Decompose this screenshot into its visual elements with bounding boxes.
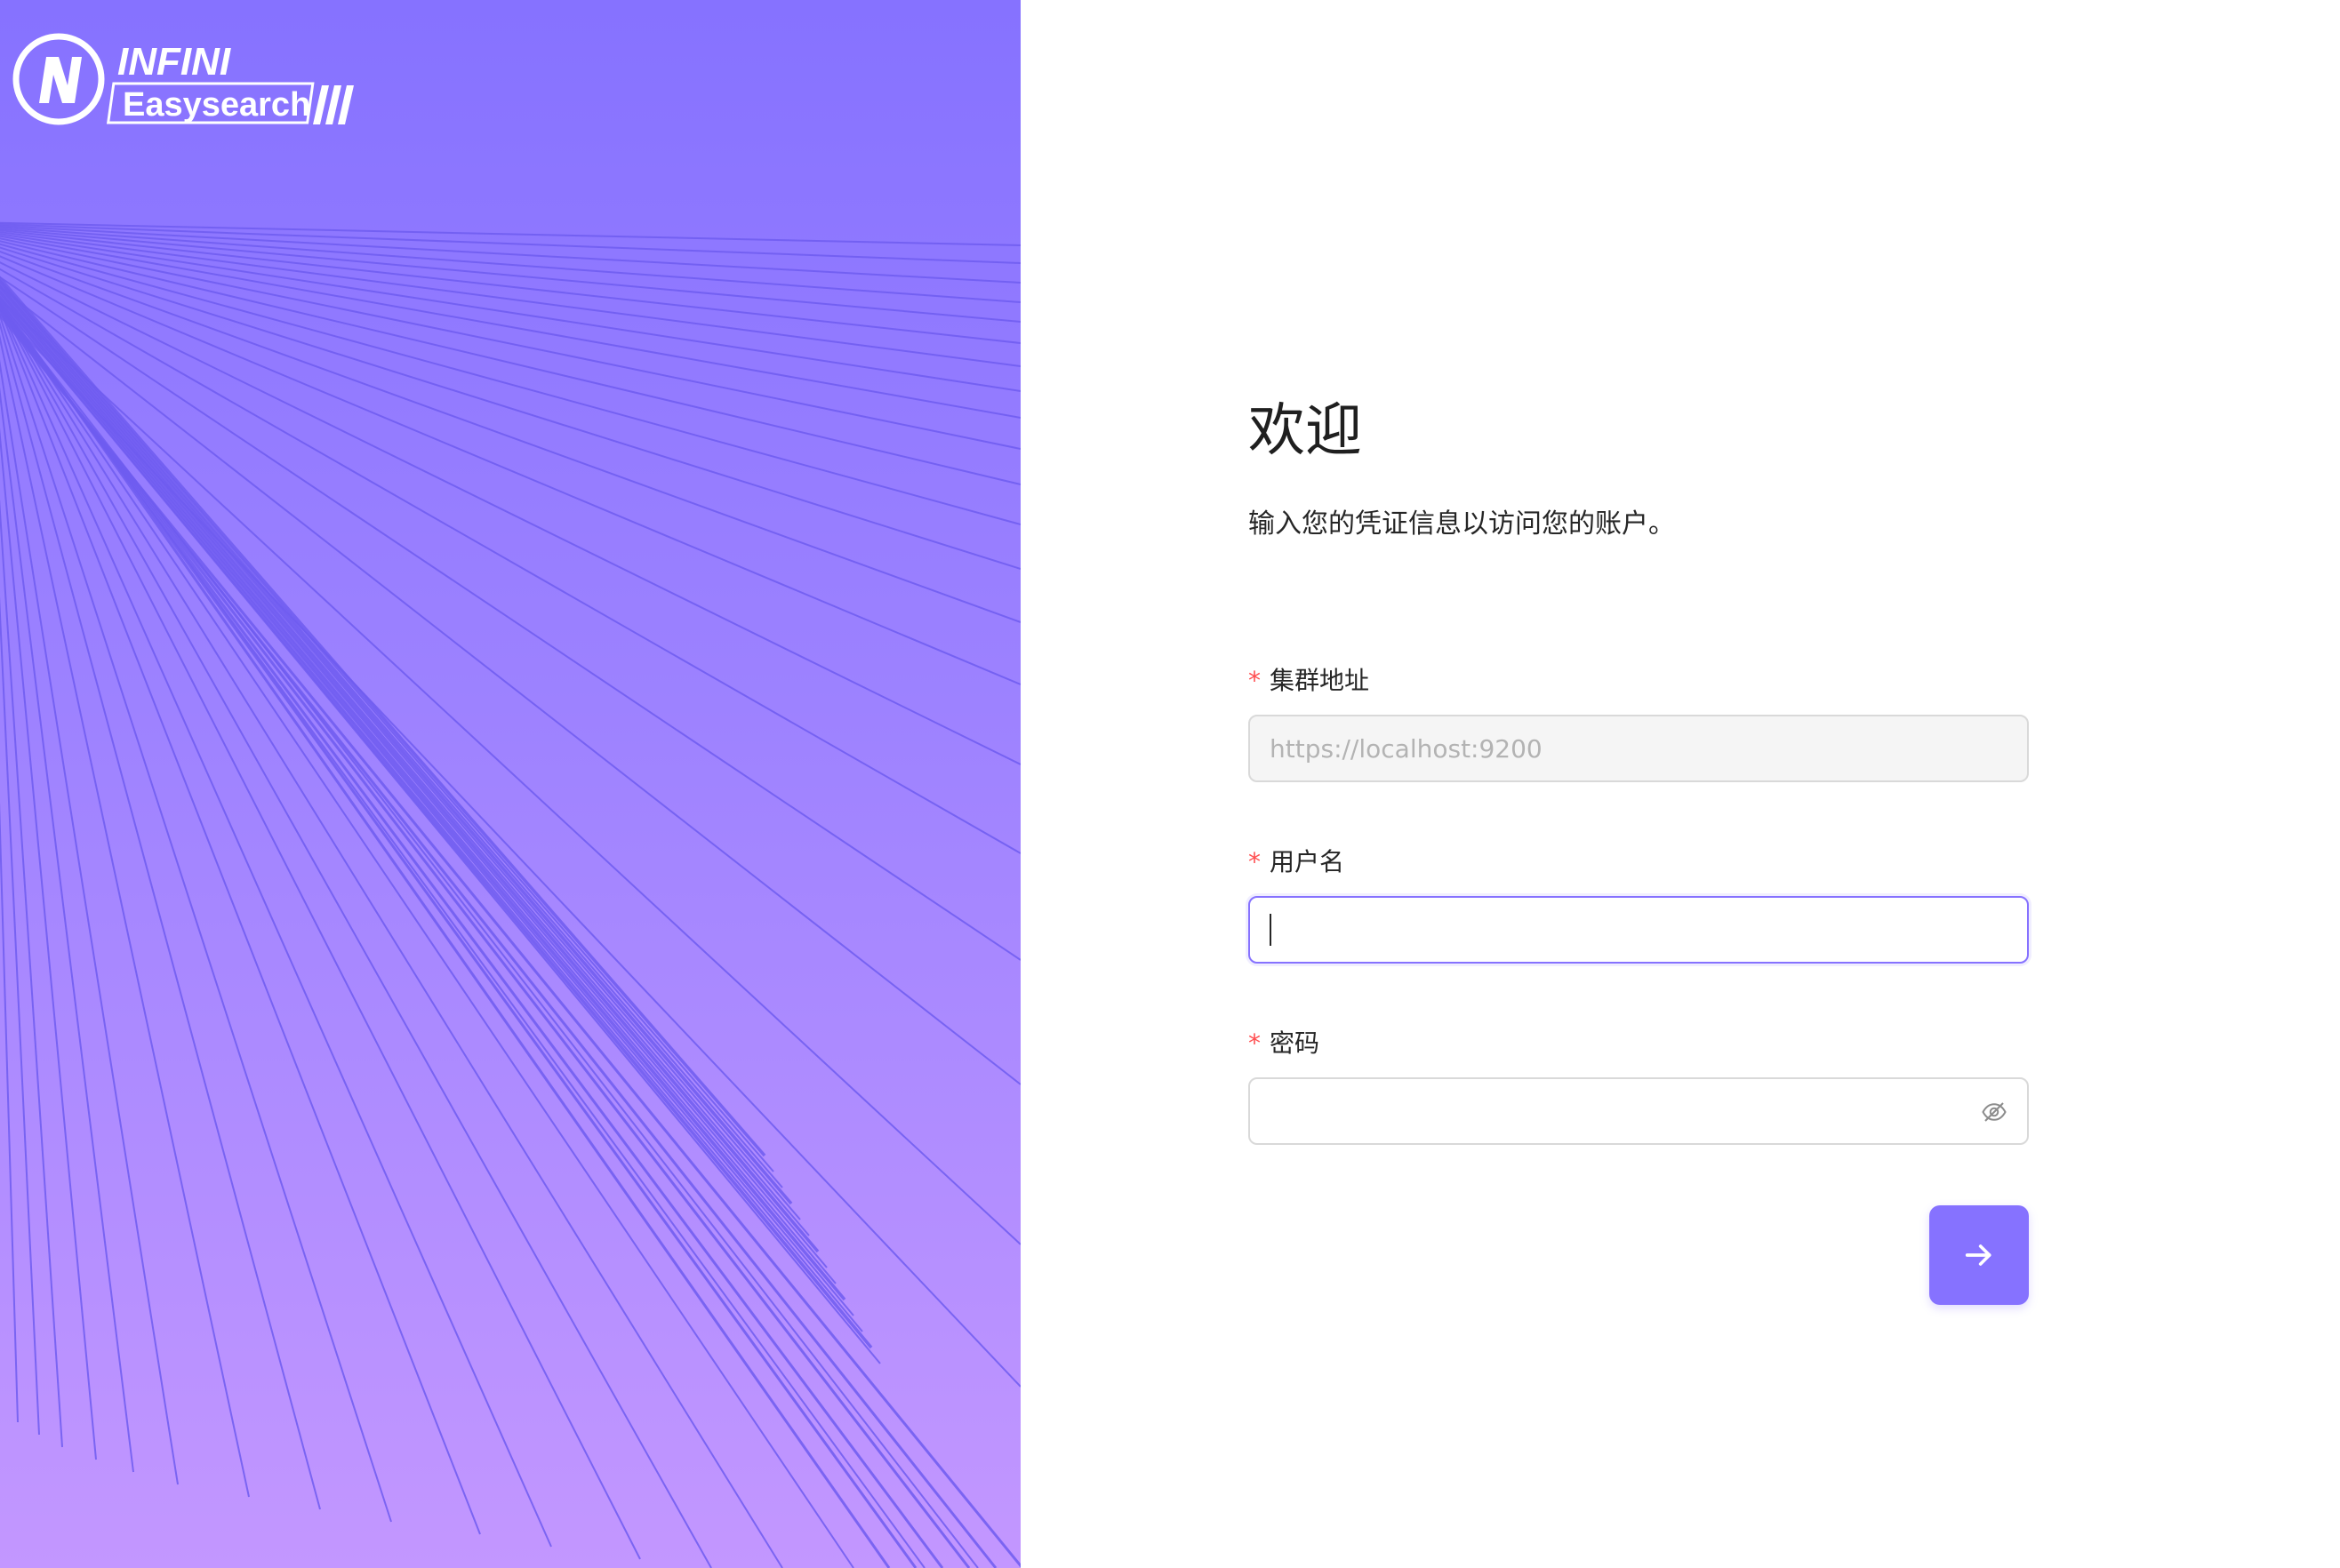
brand-line1: INFINI (117, 40, 231, 84)
username-label: * 用户名 (1248, 844, 1344, 880)
decorative-line (0, 297, 1021, 1245)
password-input[interactable] (1248, 1077, 2029, 1145)
username-input[interactable] (1248, 896, 2029, 964)
cluster-address-label-text: 集群地址 (1270, 666, 1370, 695)
decorative-line (0, 307, 481, 1535)
slash-marks (313, 85, 354, 124)
password-label: * 密码 (1248, 1026, 1319, 1061)
infini-easysearch-logo: INFINI Easysearch (12, 33, 354, 125)
decorative-line (0, 301, 918, 1568)
decorative-line (0, 276, 766, 1157)
cluster-address-input[interactable]: https://localhost:9200 (1248, 715, 2029, 782)
infini-n-logo-icon (12, 33, 105, 125)
decorative-line (0, 285, 1021, 1085)
password-label-text: 密码 (1270, 1028, 1320, 1058)
text-caret (1270, 914, 1271, 946)
brand-line2: Easysearch (123, 86, 310, 124)
cluster-address-placeholder: https://localhost:9200 (1270, 733, 1543, 764)
decorative-line (0, 298, 891, 1568)
required-mark: * (1248, 666, 1261, 695)
decorative-line (0, 304, 552, 1548)
decorative-line (0, 304, 944, 1568)
login-submit-button[interactable] (1929, 1205, 2029, 1305)
decorative-lines (0, 221, 1021, 1568)
decorative-line (0, 233, 1021, 392)
brand-panel: INFINI Easysearch (0, 0, 1021, 1568)
cluster-address-label: * 集群地址 (1248, 663, 1369, 699)
decorative-line (0, 276, 1021, 961)
decorative-line (0, 231, 1021, 367)
page-title: 欢迎 (1248, 398, 1362, 464)
page-subtitle: 输入您的凭证信息以访问您的账户。 (1248, 508, 1675, 540)
decorative-line (0, 237, 1021, 450)
eye-invisible-icon[interactable] (1981, 1099, 2007, 1125)
decorative-line (0, 301, 712, 1568)
required-mark: * (1248, 1028, 1261, 1058)
login-panel: 欢迎 输入您的凭证信息以访问您的账户。 * 集群地址 https://local… (1021, 0, 2340, 1568)
login-page: INFINI Easysearch 欢迎 输入您的凭证信息以访问您的账户。 * … (0, 0, 2340, 1568)
decorative-line (0, 313, 392, 1523)
decorative-line (0, 250, 1021, 623)
username-label-text: 用户名 (1270, 847, 1345, 876)
decorative-line (0, 268, 1021, 854)
arrow-right-icon (1965, 1244, 1991, 1266)
required-mark: * (1248, 847, 1261, 876)
